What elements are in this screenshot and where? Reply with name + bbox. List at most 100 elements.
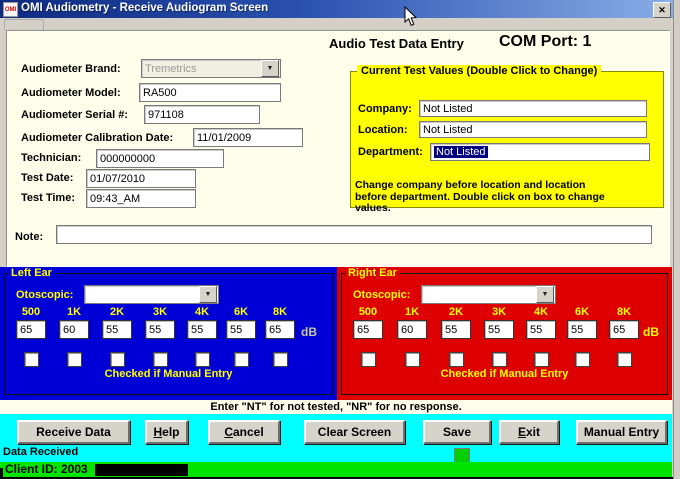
- technician-input[interactable]: 000000000: [96, 149, 224, 168]
- test-date-label: Test Date:: [21, 172, 73, 184]
- right-manual-checkbox-6k[interactable]: [575, 352, 590, 367]
- close-button[interactable]: ✕: [653, 2, 671, 18]
- note-input[interactable]: [56, 225, 652, 244]
- button-label: Save: [443, 425, 471, 439]
- data-received-label: Data Received: [3, 446, 78, 458]
- audiometer-brand-value: Tremetrics: [142, 63, 261, 75]
- right-db-unit-label: dB: [643, 325, 659, 339]
- manual-entry-button[interactable]: Manual Entry: [576, 420, 667, 444]
- calibration-date-label: Audiometer Calibration Date:: [21, 132, 173, 144]
- clear-screen-button[interactable]: Clear Screen: [304, 420, 405, 444]
- left-freq-label-2k: 2K: [102, 306, 132, 318]
- right-db-input-2k[interactable]: 55: [441, 320, 471, 339]
- right-db-input-6k[interactable]: 55: [567, 320, 597, 339]
- left-db-input-1k[interactable]: 60: [59, 320, 89, 339]
- left-db-input-2k[interactable]: 55: [102, 320, 132, 339]
- chevron-down-icon[interactable]: ▼: [199, 286, 217, 303]
- left-otoscopic-select[interactable]: ▼: [84, 285, 219, 304]
- current-test-values-group: Current Test Values (Double Click to Cha…: [350, 71, 664, 208]
- left-freq-label-6k: 6K: [226, 306, 256, 318]
- button-label: H: [153, 425, 162, 439]
- right-otoscopic-label: Otoscopic:: [353, 289, 410, 301]
- cancel-button[interactable]: Cancel: [208, 420, 280, 444]
- location-input[interactable]: Not Listed: [419, 121, 647, 138]
- chevron-down-icon: ▼: [261, 60, 279, 77]
- right-manual-entry-label: Checked if Manual Entry: [337, 368, 672, 380]
- left-manual-checkbox-6k[interactable]: [234, 352, 249, 367]
- right-manual-checkbox-8k[interactable]: [617, 352, 632, 367]
- audiometer-serial-input[interactable]: 971108: [144, 105, 260, 124]
- right-freq-label-500: 500: [353, 306, 383, 318]
- right-db-input-8k[interactable]: 65: [609, 320, 639, 339]
- button-label: E: [518, 425, 526, 439]
- page-title: Audio Test Data Entry: [329, 36, 464, 51]
- left-freq-label-1k: 1K: [59, 306, 89, 318]
- audiometer-brand-select: Tremetrics ▼: [141, 59, 281, 78]
- nt-nr-instruction: Enter "NT" for not tested, "NR" for no r…: [0, 400, 672, 414]
- left-freq-label-8k: 8K: [265, 306, 295, 318]
- left-db-unit-label: dB: [301, 325, 317, 339]
- main-panel: Audio Test Data Entry COM Port: 1 Audiom…: [6, 30, 670, 267]
- right-manual-checkbox-1k[interactable]: [405, 352, 420, 367]
- bottom-left-mark: [0, 468, 3, 478]
- right-otoscopic-select[interactable]: ▼: [421, 285, 556, 304]
- right-ear-title: Right Ear: [345, 267, 400, 279]
- change-order-hint: Change company before location and locat…: [355, 180, 617, 215]
- calibration-date-input[interactable]: 11/01/2009: [193, 128, 303, 147]
- window-title: OMI Audiometry - Receive Audiogram Scree…: [21, 2, 268, 14]
- left-db-input-6k[interactable]: 55: [226, 320, 256, 339]
- left-manual-checkbox-500[interactable]: [24, 352, 39, 367]
- audiometer-model-input[interactable]: RA500: [139, 83, 281, 102]
- test-date-input[interactable]: 01/07/2010: [86, 169, 196, 188]
- left-manual-checkbox-3k[interactable]: [153, 352, 168, 367]
- app-icon[interactable]: OMI: [3, 2, 18, 17]
- right-manual-checkbox-500[interactable]: [361, 352, 376, 367]
- button-label: elp: [162, 425, 179, 439]
- left-db-input-8k[interactable]: 65: [265, 320, 295, 339]
- technician-label: Technician:: [21, 152, 81, 164]
- left-manual-checkbox-8k[interactable]: [273, 352, 288, 367]
- help-button[interactable]: Help: [145, 420, 188, 444]
- right-freq-label-6k: 6K: [567, 306, 597, 318]
- current-test-values-title: Current Test Values (Double Click to Cha…: [357, 65, 601, 77]
- right-manual-checkbox-4k[interactable]: [534, 352, 549, 367]
- audiometer-brand-label: Audiometer Brand:: [21, 63, 121, 75]
- company-input[interactable]: Not Listed: [419, 100, 647, 117]
- right-freq-label-2k: 2K: [441, 306, 471, 318]
- right-manual-checkbox-3k[interactable]: [492, 352, 507, 367]
- right-db-input-1k[interactable]: 60: [397, 320, 427, 339]
- window: OMI OMI Audiometry - Receive Audiogram S…: [0, 0, 680, 479]
- button-label: xit: [526, 425, 540, 439]
- left-manual-checkbox-1k[interactable]: [67, 352, 82, 367]
- right-freq-label-3k: 3K: [484, 306, 514, 318]
- left-db-input-500[interactable]: 65: [16, 320, 46, 339]
- right-db-input-3k[interactable]: 55: [484, 320, 514, 339]
- left-ear-panel: Left Ear Otoscopic: ▼ 50065 1K60 2K55 3K…: [0, 267, 337, 400]
- right-freq-label-4k: 4K: [526, 306, 556, 318]
- test-time-input[interactable]: 09:43_AM: [86, 189, 196, 208]
- desktop-strip: [673, 0, 680, 479]
- chevron-down-icon[interactable]: ▼: [536, 286, 554, 303]
- audiometer-serial-label: Audiometer Serial #:: [21, 109, 128, 121]
- exit-button[interactable]: Exit: [499, 420, 559, 444]
- right-db-input-500[interactable]: 65: [353, 320, 383, 339]
- left-db-input-4k[interactable]: 55: [187, 320, 217, 339]
- left-ear-title: Left Ear: [8, 267, 55, 279]
- close-icon: ✕: [658, 5, 666, 16]
- left-manual-entry-label: Checked if Manual Entry: [0, 368, 337, 380]
- right-ear-panel: Right Ear Otoscopic: ▼ 50065 1K60 2K55 3…: [337, 267, 672, 400]
- department-label: Department:: [358, 146, 423, 158]
- save-button[interactable]: Save: [423, 420, 491, 444]
- receive-data-button[interactable]: Receive Data: [17, 420, 130, 444]
- department-input[interactable]: Not Listed: [430, 143, 650, 161]
- left-db-input-3k[interactable]: 55: [145, 320, 175, 339]
- department-selected-value: Not Listed: [434, 146, 488, 158]
- left-otoscopic-label: Otoscopic:: [16, 289, 73, 301]
- left-manual-checkbox-4k[interactable]: [195, 352, 210, 367]
- left-freq-label-500: 500: [16, 306, 46, 318]
- left-manual-checkbox-2k[interactable]: [110, 352, 125, 367]
- right-manual-checkbox-2k[interactable]: [449, 352, 464, 367]
- audiometer-model-label: Audiometer Model:: [21, 87, 121, 99]
- right-db-input-4k[interactable]: 55: [526, 320, 556, 339]
- client-id-label: Client ID: 2003: [5, 462, 88, 477]
